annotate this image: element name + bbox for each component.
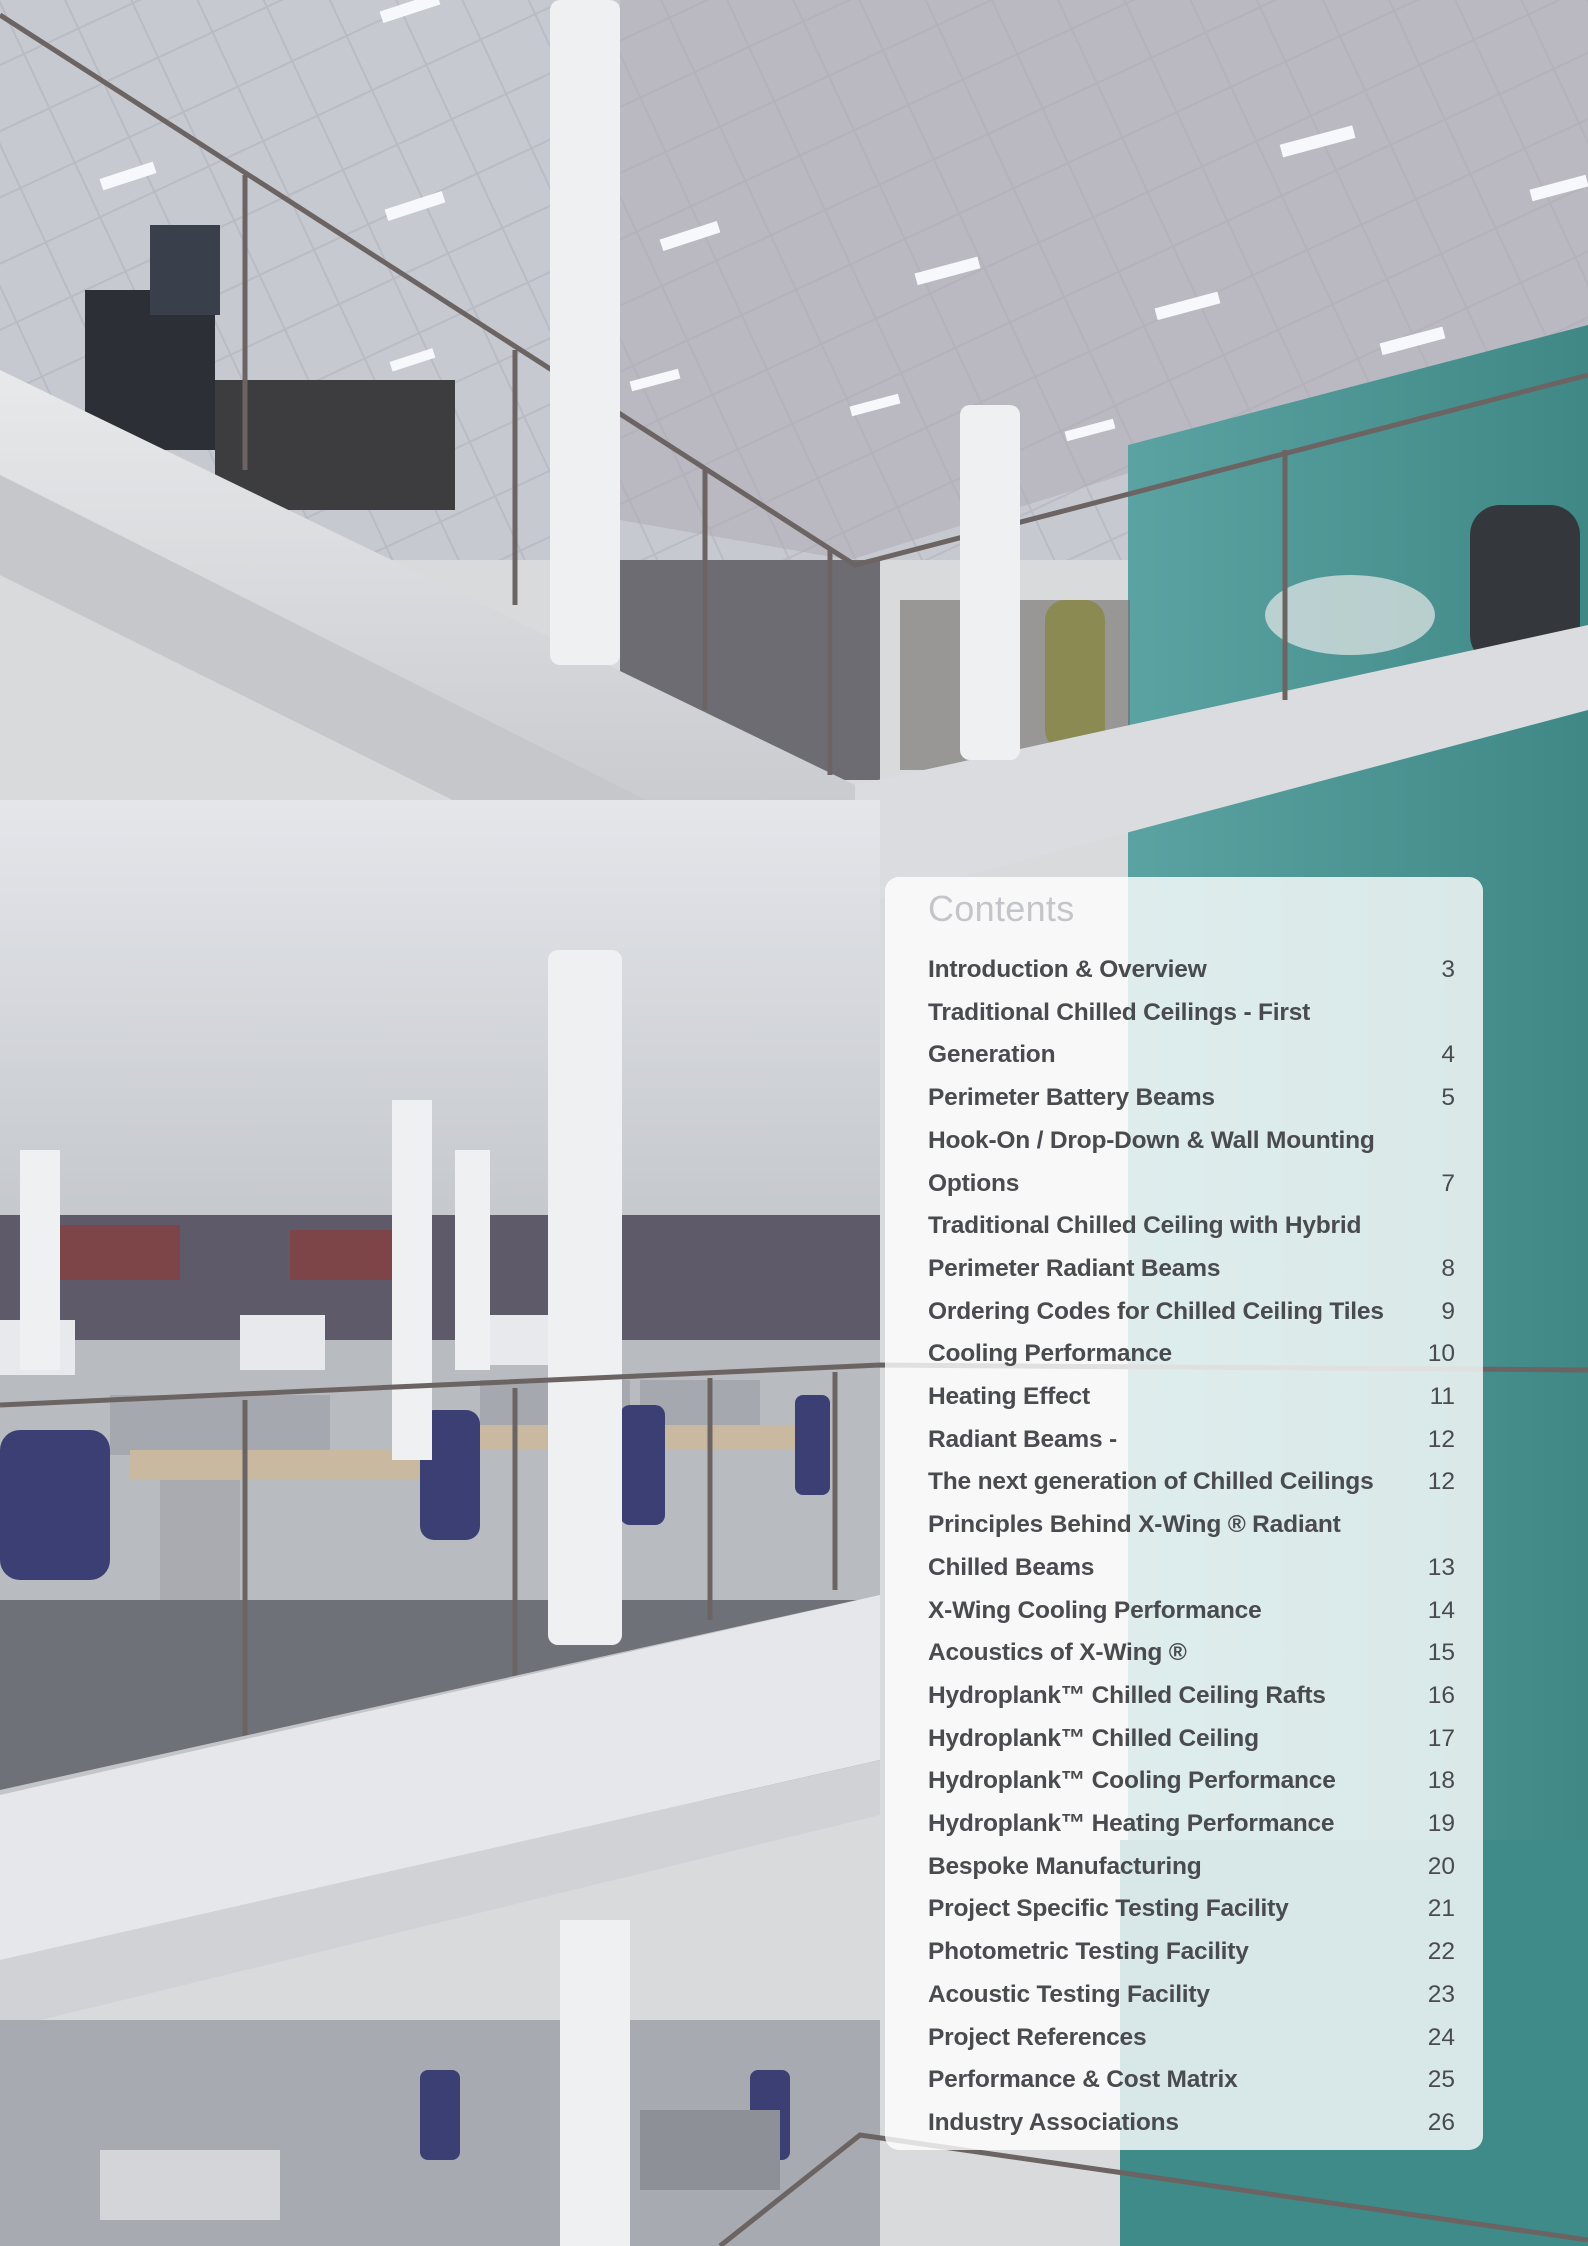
toc-entry[interactable]: Industry Associations 26 <box>928 2102 1455 2145</box>
toc-entry-title: Hydroplank™ Chilled Ceiling <box>928 1724 1259 1752</box>
toc-entry-page-number: 5 <box>1441 1084 1455 1112</box>
toc-entry[interactable]: Hydroplank™ Heating Performance 19 <box>928 1803 1455 1846</box>
toc-entry-title: Heating Effect <box>928 1383 1090 1411</box>
toc-entry-page-number: 15 <box>1427 1639 1455 1667</box>
toc-entry-page-number: 16 <box>1427 1681 1455 1709</box>
toc-entry-page-number: 12 <box>1427 1425 1455 1453</box>
toc-entry[interactable]: Hydroplank™ Chilled Ceiling 17 <box>928 1718 1455 1761</box>
toc-entry[interactable]: Traditional Chilled Ceiling with Hybrid … <box>928 1205 1455 1290</box>
toc-entry-page-number: 4 <box>1441 1041 1455 1069</box>
toc-entry-title: X-Wing Cooling Performance <box>928 1596 1262 1624</box>
toc-entry[interactable]: Introduction & Overview 3 <box>928 949 1455 992</box>
toc-entry-page-number: 9 <box>1441 1297 1455 1325</box>
toc-entry-title: Traditional Chilled Ceilings - First Gen… <box>928 998 1311 1069</box>
toc-entry[interactable]: Project References 24 <box>928 2017 1455 2060</box>
toc-entry-title: Hydroplank™ Cooling Performance <box>928 1767 1336 1795</box>
toc-entry-page-number: 14 <box>1427 1596 1455 1624</box>
toc-entry[interactable]: The next generation of Chilled Ceilings 1… <box>928 1461 1455 1504</box>
contents-title: Contents <box>928 888 1075 929</box>
toc-entry-title: Perimeter Battery Beams <box>928 1084 1215 1112</box>
toc-entry-title: Cooling Performance <box>928 1340 1172 1368</box>
toc-entry-page-number: 23 <box>1427 1980 1455 2008</box>
toc-entry-title: The next generation of Chilled Ceilings <box>928 1468 1374 1496</box>
toc-entry-title: Principles Behind X-Wing ® Radiant Chill… <box>928 1511 1341 1581</box>
toc-entry[interactable]: Ordering Codes for Chilled Ceiling Tiles… <box>928 1291 1455 1334</box>
toc-entry-page-number: 13 <box>1427 1553 1455 1581</box>
toc-entry-page-number: 12 <box>1427 1468 1455 1496</box>
toc-entry-page-number: 17 <box>1427 1724 1455 1752</box>
toc-entry-page-number: 22 <box>1427 1938 1455 1966</box>
toc-entry-title: Hook-On / Drop-Down & Wall Mounting Opti… <box>928 1126 1375 1197</box>
toc-entry-page-number: 26 <box>1427 2108 1455 2136</box>
toc-entry-title: Introduction & Overview <box>928 956 1207 983</box>
toc-entry-page-number: 25 <box>1427 2066 1455 2094</box>
toc-entry-page-number: 11 <box>1429 1383 1455 1411</box>
toc-entry-page-number: 18 <box>1427 1767 1455 1795</box>
toc-entry-page-number: 8 <box>1441 1254 1455 1282</box>
table-of-contents: Introduction & Overview 3 Traditional Chil… <box>928 949 1455 2145</box>
toc-entry-title: Bespoke Manufacturing <box>928 1852 1202 1880</box>
toc-entry[interactable]: Acoustics of X-Wing ® 15 <box>928 1632 1455 1675</box>
toc-entry-page-number: 20 <box>1427 1852 1455 1880</box>
toc-entry-title: Hydroplank™ Chilled Ceiling Rafts <box>928 1681 1326 1709</box>
toc-entry-page-number: 3 <box>1441 956 1455 983</box>
toc-entry[interactable]: X-Wing Cooling Performance 14 <box>928 1590 1455 1633</box>
toc-entry-title: Acoustic Testing Facility <box>928 1980 1210 2008</box>
toc-entry[interactable]: Bespoke Manufacturing 20 <box>928 1846 1455 1889</box>
toc-entry[interactable]: Hydroplank™ Chilled Ceiling Rafts 16 <box>928 1675 1455 1718</box>
toc-entry-page-number: 19 <box>1427 1810 1455 1838</box>
toc-entry[interactable]: Acoustic Testing Facility 23 <box>928 1974 1455 2017</box>
toc-entry-title: Hydroplank™ Heating Performance <box>928 1810 1335 1838</box>
toc-entry-title: Radiant Beams - <box>928 1425 1117 1453</box>
contents-panel: Contents Introduction & Overview 3 Traditi… <box>885 877 1483 2150</box>
toc-entry[interactable]: Hook-On / Drop-Down & Wall Mounting Opti… <box>928 1120 1455 1205</box>
toc-entry[interactable]: Cooling Performance 10 <box>928 1333 1455 1376</box>
toc-entry-title: Photometric Testing Facility <box>928 1938 1249 1966</box>
toc-entry-page-number: 24 <box>1427 2023 1455 2051</box>
toc-entry-title: Performance & Cost Matrix <box>928 2066 1238 2094</box>
toc-entry-title: Ordering Codes for Chilled Ceiling Tiles <box>928 1297 1384 1325</box>
toc-entry-page-number: 7 <box>1441 1169 1455 1197</box>
toc-entry-page-number: 10 <box>1427 1340 1455 1368</box>
toc-entry-title: Industry Associations <box>928 2108 1179 2136</box>
toc-entry-title: Acoustics of X-Wing ® <box>928 1639 1187 1667</box>
toc-entry[interactable]: Traditional Chilled Ceilings - First Gen… <box>928 992 1455 1077</box>
toc-entry-title: Project References <box>928 2023 1147 2051</box>
toc-entry[interactable]: Photometric Testing Facility 22 <box>928 1931 1455 1974</box>
toc-entry[interactable]: Performance & Cost Matrix 25 <box>928 2059 1455 2102</box>
toc-entry[interactable]: Principles Behind X-Wing ® Radiant Chill… <box>928 1504 1455 1589</box>
toc-entry[interactable]: Project Specific Testing Facility 21 <box>928 1888 1455 1931</box>
toc-entry-page-number: 21 <box>1427 1895 1455 1923</box>
toc-entry[interactable]: Hydroplank™ Cooling Performance 18 <box>928 1760 1455 1803</box>
toc-entry-title: Project Specific Testing Facility <box>928 1895 1289 1923</box>
toc-entry[interactable]: Radiant Beams - 12 <box>928 1419 1455 1462</box>
toc-entry-title: Traditional Chilled Ceiling with Hybrid … <box>928 1212 1362 1282</box>
toc-entry[interactable]: Heating Effect 11 <box>928 1376 1455 1419</box>
toc-entry[interactable]: Perimeter Battery Beams 5 <box>928 1077 1455 1120</box>
